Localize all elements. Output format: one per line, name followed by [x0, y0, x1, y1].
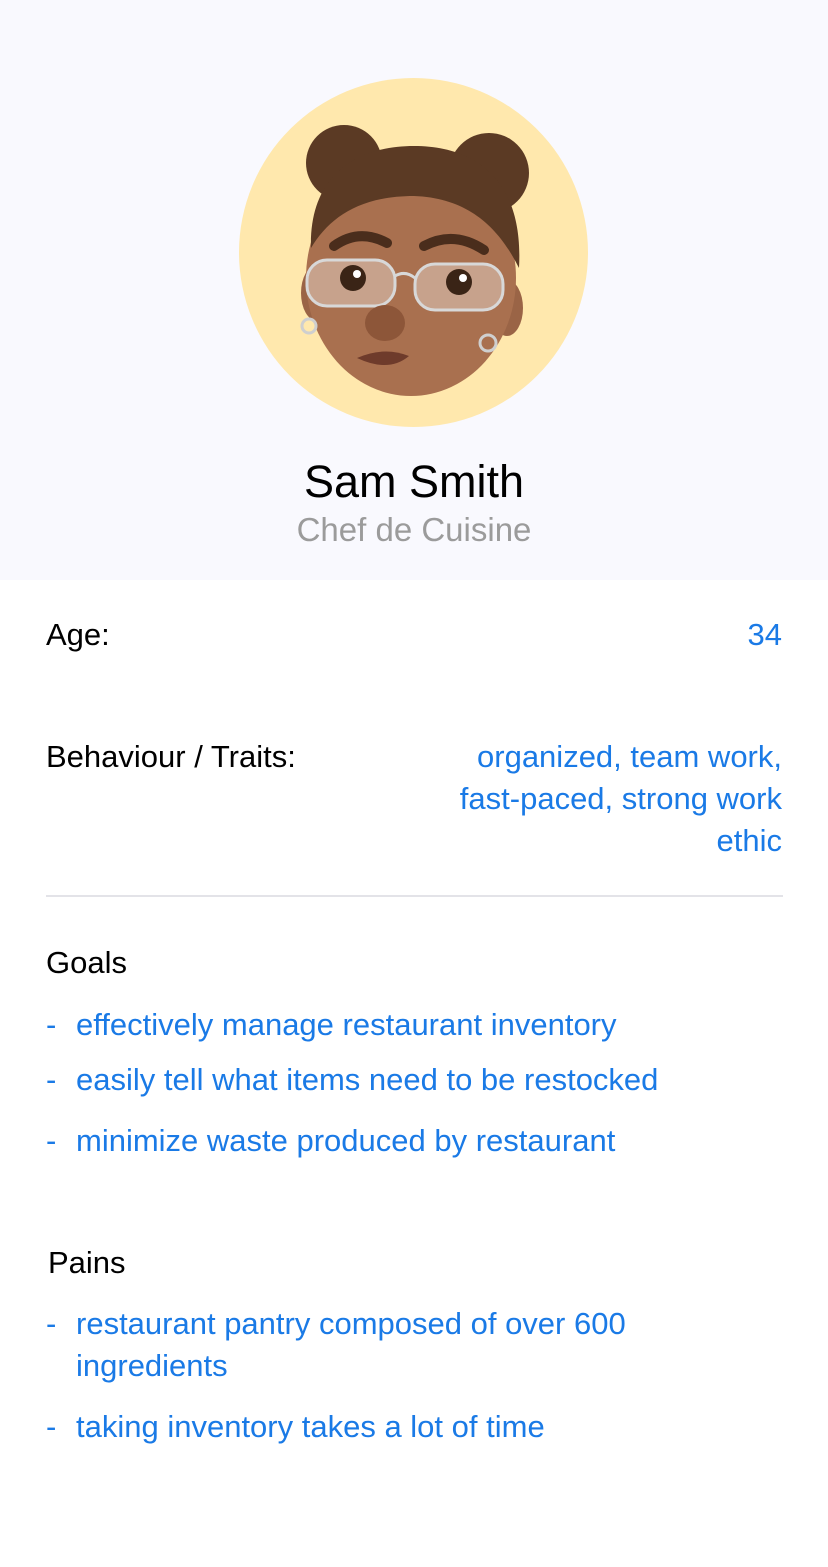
pain-text-line: ingredients [76, 1348, 228, 1383]
bullet-marker: - [46, 1306, 57, 1341]
goal-item: - easily tell what items need to be rest… [46, 1059, 766, 1101]
traits-line: organized, team work, [477, 739, 782, 774]
age-label: Age: [46, 617, 110, 652]
traits-line: fast-paced, strong work [459, 781, 782, 816]
pain-text-line: restaurant pantry composed of over 600 [76, 1306, 626, 1341]
goal-text: effectively manage restaurant inventory [76, 1007, 617, 1042]
goal-text: minimize waste produced by restaurant [76, 1123, 616, 1158]
memoji-avatar-icon [239, 78, 588, 427]
goal-item: - minimize waste produced by restaurant [46, 1120, 766, 1162]
pain-text-line: taking inventory takes a lot of time [76, 1409, 545, 1444]
bullet-marker: - [46, 1007, 57, 1042]
bullet-marker: - [46, 1409, 57, 1444]
traits-value: organized, team work, fast-paced, strong… [460, 736, 782, 862]
section-divider [46, 895, 783, 897]
pains-title: Pains [48, 1245, 126, 1280]
profile-name: Sam Smith [303, 456, 525, 507]
profile-header: Sam Smith Chef de Cuisine [0, 0, 828, 580]
pain-item: - restaurant pantry composed of over 600… [46, 1303, 766, 1387]
pain-item: - taking inventory takes a lot of time [46, 1406, 766, 1448]
profile-role: Chef de Cuisine [296, 511, 532, 548]
age-value: 34 [747, 617, 782, 652]
traits-label: Behaviour / Traits: [46, 739, 296, 774]
bullet-marker: - [46, 1123, 57, 1158]
bullet-marker: - [46, 1062, 57, 1097]
goal-item: - effectively manage restaurant inventor… [46, 1004, 766, 1046]
goals-title: Goals [46, 945, 127, 980]
goal-text: easily tell what items need to be restoc… [76, 1062, 659, 1097]
traits-line: ethic [716, 823, 782, 858]
